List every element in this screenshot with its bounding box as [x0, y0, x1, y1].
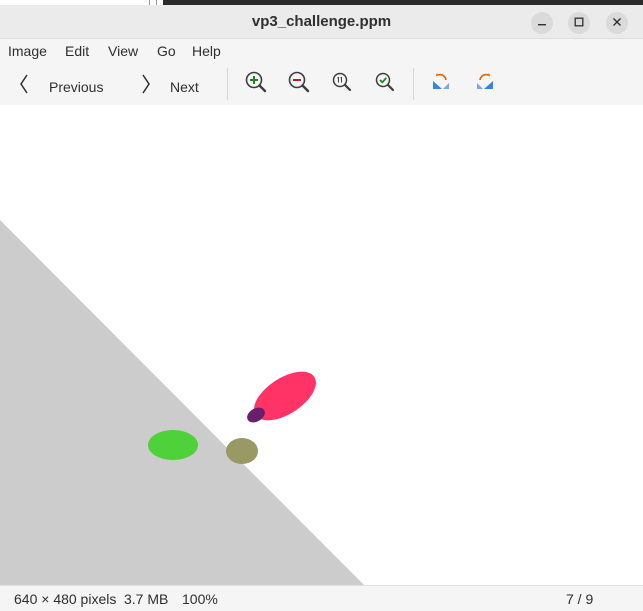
olive-ellipse — [226, 438, 258, 464]
zoom-in-icon — [244, 70, 268, 99]
chevron-left-icon — [18, 73, 30, 100]
menu-help[interactable]: Help — [192, 43, 221, 59]
previous-button[interactable]: Previous — [18, 73, 103, 100]
toolbar-separator — [413, 68, 414, 100]
maximize-button[interactable] — [568, 12, 590, 34]
title-bar[interactable]: vp3_challenge.ppm — [0, 5, 643, 39]
file-size: 3.7 MB — [124, 591, 169, 607]
status-bar: 640 × 480 pixels 3.7 MB 100% 7 / 9 — [0, 585, 643, 611]
gray-ground-plane — [0, 220, 364, 585]
image-canvas[interactable] — [0, 105, 643, 585]
toolbar: Previous Next — [0, 63, 643, 106]
rotate-right-icon — [473, 70, 497, 99]
zoom-fit-icon — [373, 70, 397, 99]
close-button[interactable] — [606, 12, 628, 34]
menu-image[interactable]: Image — [8, 43, 47, 59]
menu-go[interactable]: Go — [157, 43, 176, 59]
image-content — [0, 220, 364, 585]
rotate-left-icon — [429, 70, 453, 99]
zoom-out-button[interactable] — [287, 70, 311, 99]
rotate-right-button[interactable] — [473, 72, 497, 96]
menu-bar: Image Edit View Go Help — [0, 39, 643, 63]
maximize-icon — [574, 14, 584, 32]
close-icon — [612, 14, 622, 32]
zoom-normal-button[interactable] — [330, 72, 354, 96]
image-dimensions: 640 × 480 pixels — [14, 591, 117, 607]
green-ellipse — [148, 430, 198, 460]
minimize-button[interactable] — [531, 12, 553, 34]
zoom-normal-icon — [330, 70, 354, 99]
zoom-in-button[interactable] — [244, 70, 268, 99]
rotate-left-button[interactable] — [429, 72, 453, 96]
menu-view[interactable]: View — [108, 43, 138, 59]
image-position: 7 / 9 — [566, 591, 594, 607]
chevron-right-icon — [140, 73, 152, 100]
zoom-fit-button[interactable] — [373, 72, 397, 96]
next-label: Next — [170, 78, 199, 95]
previous-label: Previous — [49, 78, 104, 95]
zoom-out-icon — [287, 70, 311, 99]
menu-edit[interactable]: Edit — [65, 43, 89, 59]
toolbar-separator — [227, 68, 228, 100]
zoom-level: 100% — [182, 591, 218, 607]
next-button[interactable]: Next — [140, 73, 199, 100]
minimize-icon — [537, 14, 547, 32]
